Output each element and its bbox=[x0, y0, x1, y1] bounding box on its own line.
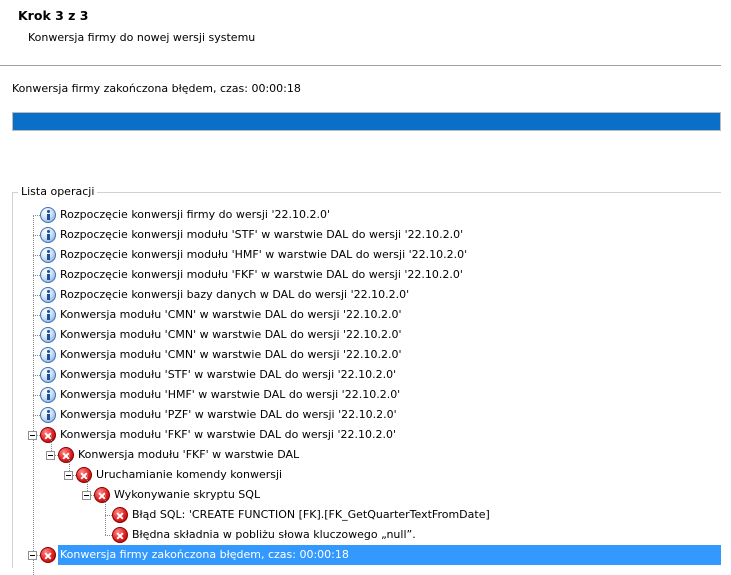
tree-item[interactable]: Konwersja modułu 'PZF' w warstwie DAL do… bbox=[0, 405, 721, 425]
tree-connector-vertical bbox=[105, 495, 106, 515]
tree-connector bbox=[33, 335, 40, 336]
tree-item-label: Konwersja firmy zakończona błędem, czas:… bbox=[60, 548, 349, 561]
tree-item[interactable]: Rozpoczęcie konwersji modułu 'FKF' w war… bbox=[0, 265, 721, 285]
tree-connector bbox=[33, 215, 40, 216]
info-icon bbox=[40, 287, 56, 303]
tree-connector bbox=[33, 355, 40, 356]
tree-item-label: Konwersja modułu 'PZF' w warstwie DAL do… bbox=[60, 408, 397, 421]
tree-item[interactable]: Rozpoczęcie konwersji modułu 'HMF' w war… bbox=[0, 245, 721, 265]
tree-connector bbox=[33, 255, 40, 256]
tree-connector bbox=[33, 315, 40, 316]
info-icon bbox=[40, 207, 56, 223]
info-icon bbox=[40, 227, 56, 243]
tree-item-label: Rozpoczęcie konwersji bazy danych w DAL … bbox=[60, 288, 410, 301]
tree-connector bbox=[33, 275, 40, 276]
tree-item[interactable]: Konwersja modułu 'STF' w warstwie DAL do… bbox=[0, 365, 721, 385]
collapse-toggle-icon[interactable] bbox=[64, 471, 73, 480]
error-icon bbox=[76, 467, 92, 483]
tree-item-label: Konwersja modułu 'HMF' w warstwie DAL do… bbox=[60, 388, 401, 401]
collapse-toggle-icon[interactable] bbox=[28, 551, 37, 560]
tree-item[interactable]: Konwersja modułu 'CMN' w warstwie DAL do… bbox=[0, 305, 721, 325]
info-icon bbox=[40, 367, 56, 383]
tree-item-label: Konwersja modułu 'STF' w warstwie DAL do… bbox=[60, 368, 397, 381]
info-icon bbox=[40, 347, 56, 363]
error-icon bbox=[58, 447, 74, 463]
tree-item-label: Rozpoczęcie konwersji firmy do wersji '2… bbox=[60, 208, 330, 221]
error-icon bbox=[112, 527, 128, 543]
tree-connector-vertical bbox=[105, 515, 106, 535]
info-icon bbox=[40, 307, 56, 323]
tree-item-label: Rozpoczęcie konwersji modułu 'STF' w war… bbox=[60, 228, 464, 241]
tree-connector bbox=[33, 415, 40, 416]
tree-item-label: Wykonywanie skryptu SQL bbox=[114, 488, 261, 501]
tree-item[interactable]: Konwersja modułu 'FKF' w warstwie DAL bbox=[0, 435, 721, 465]
tree-item[interactable]: Rozpoczęcie konwersji firmy do wersji '2… bbox=[0, 205, 721, 225]
tree-item[interactable]: Błędna składnia w pobliżu słowa kluczowe… bbox=[0, 515, 721, 545]
tree-connector bbox=[33, 295, 40, 296]
error-icon bbox=[112, 507, 128, 523]
tree-item-label: Konwersja modułu 'CMN' w warstwie DAL do… bbox=[60, 328, 402, 341]
tree-item[interactable]: Rozpoczęcie konwersji bazy danych w DAL … bbox=[0, 285, 721, 305]
tree-item-label: Konwersja modułu 'CMN' w warstwie DAL do… bbox=[60, 308, 402, 321]
tree-connector bbox=[105, 535, 112, 536]
collapse-toggle-icon[interactable] bbox=[46, 451, 55, 460]
tree-item[interactable]: Uruchamianie komendy konwersji bbox=[0, 455, 721, 485]
operations-tree[interactable]: Rozpoczęcie konwersji firmy do wersji '2… bbox=[0, 0, 731, 575]
info-icon bbox=[40, 247, 56, 263]
tree-item-label: Błędna składnia w pobliżu słowa kluczowe… bbox=[132, 528, 416, 541]
error-icon bbox=[40, 427, 56, 443]
tree-connector bbox=[33, 395, 40, 396]
info-icon bbox=[40, 407, 56, 423]
tree-item-label: Konwersja modułu 'CMN' w warstwie DAL do… bbox=[60, 348, 402, 361]
tree-item-label: Uruchamianie komendy konwersji bbox=[96, 468, 283, 481]
error-icon bbox=[40, 547, 56, 563]
tree-item[interactable]: Konwersja modułu 'FKF' w warstwie DAL do… bbox=[0, 425, 721, 445]
tree-item-label: Konwersja modułu 'FKF' w warstwie DAL do… bbox=[60, 428, 396, 441]
collapse-toggle-icon[interactable] bbox=[28, 431, 37, 440]
tree-item-label: Błąd SQL: 'CREATE FUNCTION [FK].[FK_GetQ… bbox=[132, 508, 490, 521]
info-icon bbox=[40, 267, 56, 283]
tree-item-label: Rozpoczęcie konwersji modułu 'FKF' w war… bbox=[60, 268, 463, 281]
info-icon bbox=[40, 327, 56, 343]
tree-item-label: Rozpoczęcie konwersji modułu 'HMF' w war… bbox=[60, 248, 468, 261]
tree-connector bbox=[33, 375, 40, 376]
tree-connector bbox=[105, 515, 112, 516]
tree-item[interactable]: Konwersja modułu 'CMN' w warstwie DAL do… bbox=[0, 345, 721, 365]
tree-item[interactable]: Wykonywanie skryptu SQL bbox=[0, 475, 721, 505]
tree-item[interactable]: Rozpoczęcie konwersji modułu 'STF' w war… bbox=[0, 225, 721, 245]
tree-item[interactable]: Konwersja modułu 'HMF' w warstwie DAL do… bbox=[0, 385, 721, 405]
tree-item-label: Konwersja modułu 'FKF' w warstwie DAL bbox=[78, 448, 300, 461]
error-icon bbox=[94, 487, 110, 503]
tree-item[interactable]: Konwersja firmy zakończona błędem, czas:… bbox=[0, 545, 721, 565]
tree-item[interactable]: Błąd SQL: 'CREATE FUNCTION [FK].[FK_GetQ… bbox=[0, 495, 721, 525]
info-icon bbox=[40, 387, 56, 403]
tree-item[interactable]: Konwersja modułu 'CMN' w warstwie DAL do… bbox=[0, 325, 721, 345]
collapse-toggle-icon[interactable] bbox=[82, 491, 91, 500]
tree-connector bbox=[33, 235, 40, 236]
